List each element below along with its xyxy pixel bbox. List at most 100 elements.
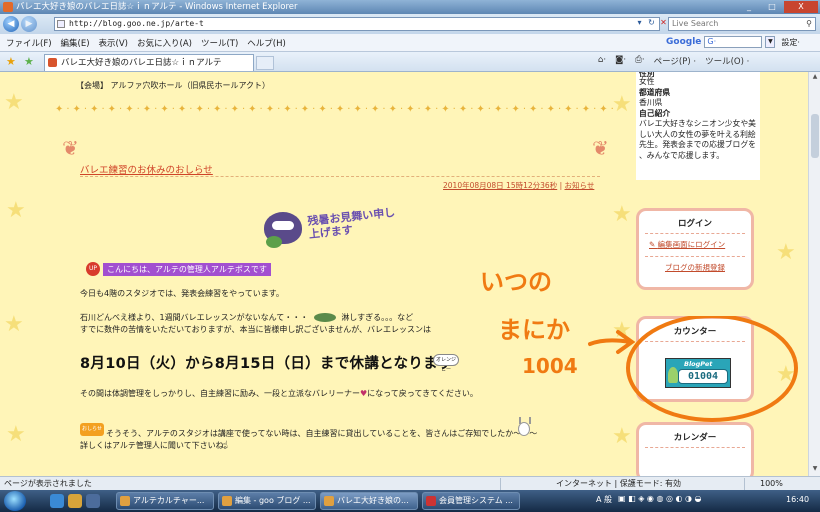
pointing-hand-icon: ☝: [222, 440, 229, 451]
desktop-quicklaunch-icon[interactable]: [86, 494, 100, 508]
menu-file[interactable]: ファイル(F): [6, 37, 52, 49]
profile-pref-label: 都道府県: [639, 87, 671, 97]
task-label: バレエ大好き娘の...: [337, 496, 409, 505]
register-blog-link[interactable]: ブログの新規登録: [639, 261, 751, 275]
close-button[interactable]: X: [784, 1, 818, 13]
favorites-star-icon[interactable]: ★: [6, 55, 16, 68]
ime-indicator[interactable]: A 般: [596, 494, 612, 505]
web-page: ★ ★ ★ ★ ★ ★ ★ ★ ★ ★ 【会場】 アルファ穴吹ホール（旧県民ホー…: [0, 72, 808, 476]
task-button-goo-edit[interactable]: 編集 - goo ブログ ...: [218, 492, 316, 510]
page-menu[interactable]: ページ(P) ·: [654, 55, 697, 67]
background-star-icon: ★: [612, 424, 632, 449]
widget-divider: [645, 447, 745, 448]
login-title: ログイン: [677, 219, 712, 229]
greeting-line: UP こんにちは、アルテの管理人アルテポスです: [86, 262, 271, 276]
feeds-icon[interactable]: ◙·: [615, 55, 626, 67]
profile-intro-line: しい大人の女性の夢を叶える利絵: [639, 129, 756, 139]
menu-bar: ファイル(F) 編集(E) 表示(V) お気に入り(A) ツール(T) ヘルプ(…: [0, 34, 820, 52]
menu-view[interactable]: 表示(V): [99, 37, 128, 49]
scroll-down-icon[interactable]: ▼: [810, 465, 820, 475]
print-icon[interactable]: ⎙·: [635, 55, 645, 67]
menu-help[interactable]: ヘルプ(H): [247, 37, 286, 49]
task-button-arte-culture[interactable]: アルテカルチャー...: [116, 492, 214, 510]
forward-button[interactable]: ▶: [21, 16, 37, 32]
login-edit-link[interactable]: ✎ 編集画面にログイン: [649, 238, 751, 252]
watermelon-image: [266, 236, 282, 248]
clock[interactable]: 16:40: [786, 495, 809, 504]
task-button-member-system[interactable]: 会員管理システム ...: [422, 492, 520, 510]
refresh-icon[interactable]: ↻: [646, 17, 657, 29]
body-line: 石川どんべえ様より、1週間バレエレッスンがないなんて・・・ 淋しすぎる。。。など: [80, 312, 413, 324]
start-button[interactable]: [4, 491, 26, 511]
google-dropdown[interactable]: ▼: [765, 36, 776, 48]
google-settings-button[interactable]: 設定·: [781, 37, 800, 48]
ribbon-ornament-icon: ❦: [62, 136, 79, 160]
tools-menu[interactable]: ツール(O) ·: [705, 55, 749, 67]
ie-quicklaunch-icon[interactable]: [50, 494, 64, 508]
menu-favorites[interactable]: お気に入り(A): [137, 37, 192, 49]
handwritten-arrow-circle: [588, 316, 798, 422]
profile-widget: 性別 女性 都道府県 香川県 自己紹介 バレエ大好きなシニオン少女や美 しい大人…: [636, 72, 760, 180]
search-icon[interactable]: ⚲: [806, 18, 812, 30]
calendar-title: カレンダー: [673, 433, 717, 443]
banner-text: 残暑お見舞い申し上げます: [306, 205, 396, 241]
greeting-text: こんにちは、アルテの管理人アルテポスです: [103, 262, 271, 276]
google-toolbar: Google G· ▼ 設定·: [666, 36, 800, 48]
scroll-thumb[interactable]: [811, 114, 819, 158]
tab-bar: ★ ★ バレエ大好き娘のバレエ日誌☆ｉｎアルテ ⌂· ◙· ⎙· ページ(P) …: [0, 52, 820, 72]
menu-tools[interactable]: ツール(T): [201, 37, 238, 49]
ie-icon: [324, 496, 334, 506]
live-search-input[interactable]: Live Search ⚲: [668, 17, 816, 31]
folder-quicklaunch-icon[interactable]: [68, 494, 82, 508]
dropdown-icon[interactable]: ▾: [634, 17, 645, 29]
add-favorite-icon[interactable]: ★: [24, 55, 34, 68]
sticker-icon: オレンジヒー: [433, 354, 459, 373]
post-category-link[interactable]: お知らせ: [565, 181, 595, 190]
post-date-link[interactable]: 2010年08月08日 15時12分36秒: [443, 181, 557, 190]
ribbon-ornament-icon: ❦: [592, 136, 609, 160]
sparkle-divider: ✦·✦·✦·✦·✦·✦·✦·✦·✦·✦·✦·✦·✦·✦·✦·✦·✦·✦·✦·✦·…: [55, 104, 615, 115]
body-line-text: 石川どんべえ様より、1週間バレエレッスンがないなんて・・・: [80, 313, 309, 322]
widget-divider: [645, 233, 745, 234]
app-icon: [426, 496, 436, 506]
profile-pref: 香川県: [639, 98, 663, 107]
apple-icon: UP: [86, 262, 100, 276]
task-label: 編集 - goo ブログ ...: [235, 496, 311, 505]
home-icon[interactable]: ⌂·: [598, 55, 606, 67]
body-line: そうそう、アルテのスタジオは講座で使ってない時は、自主練習に貸出していることを、…: [106, 429, 538, 438]
menu-edit[interactable]: 編集(E): [61, 37, 90, 49]
back-button[interactable]: ◀: [3, 16, 19, 32]
task-button-ballet-blog[interactable]: バレエ大好き娘の...: [320, 492, 418, 510]
windows-taskbar: アルテカルチャー... 編集 - goo ブログ ... バレエ大好き娘の...…: [0, 490, 820, 512]
profile-intro-line: 先生。発表会までの応援ブログを: [639, 140, 756, 149]
widget-divider: [645, 256, 745, 257]
google-search-input[interactable]: G·: [704, 36, 763, 48]
status-bar: ページが表示されました インターネット | 保護モード: 有効 100%: [0, 476, 820, 490]
tab-title: バレエ大好き娘のバレエ日誌☆ｉｎアルテ: [61, 58, 222, 68]
scroll-up-icon[interactable]: ▲: [810, 73, 820, 83]
maximize-button[interactable]: □: [761, 1, 783, 13]
background-star-icon: ★: [4, 90, 24, 115]
live-search-placeholder: Live Search: [672, 19, 719, 28]
background-star-icon: ★: [612, 202, 632, 227]
body-line: 詳しくはアルテ管理人に聞いて下さいね。: [80, 441, 232, 450]
zoom-level[interactable]: 100%: [760, 477, 783, 490]
ie-icon: [120, 496, 130, 506]
pencil-icon: ✎: [649, 240, 658, 249]
tab-current[interactable]: バレエ大好き娘のバレエ日誌☆ｉｎアルテ: [44, 54, 254, 71]
security-zone: インターネット | 保護モード: 有効: [556, 479, 682, 488]
body-line: 今日も4階のスタジオでは、発表会練習をやっています。: [80, 289, 284, 298]
tray-icons[interactable]: ▣ ◧ ◈ ◉ ◍ ◎ ◐ ◑ ◒: [618, 494, 702, 505]
body-line: すでに数件の苦情をいただいておりますが、本当に皆様申し訳ございませんが、バレエレ…: [80, 325, 432, 334]
google-logo: Google: [666, 37, 702, 47]
minimize-button[interactable]: _: [738, 1, 760, 13]
vertical-scrollbar[interactable]: ▲ ▼: [808, 72, 820, 476]
new-tab-button[interactable]: [256, 56, 274, 70]
ie-icon: [3, 2, 13, 12]
handwritten-note-line1: いつの: [480, 268, 552, 296]
address-bar[interactable]: http://blog.goo.ne.jp/arte-t: [54, 17, 660, 31]
body-line-text: になって戻ってきてください。: [367, 389, 478, 398]
tab-favicon: [48, 58, 57, 67]
background-star-icon: ★: [6, 198, 26, 223]
post-title-link[interactable]: バレエ練習のお休みのおしらせ: [80, 162, 213, 176]
